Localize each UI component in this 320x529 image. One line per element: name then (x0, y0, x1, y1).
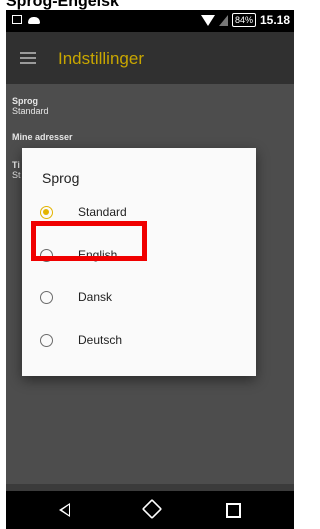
clock: 15.18 (259, 13, 290, 27)
option-label: Dansk (78, 290, 113, 304)
navigation-bar (6, 491, 294, 529)
setting-hidden-label: Ti (12, 160, 20, 170)
signal-icon (218, 14, 228, 26)
home-icon[interactable] (141, 498, 163, 520)
setting-addresses[interactable]: Mine adresser (12, 132, 73, 142)
menu-icon[interactable] (20, 52, 36, 64)
setting-language-value: Standard (12, 106, 49, 116)
status-notification-icons (12, 15, 40, 24)
header-fragment-text: Sprog-Engelsk (6, 0, 119, 10)
radio-unchecked-icon[interactable] (40, 333, 53, 347)
option-dansk[interactable]: Dansk (40, 285, 240, 309)
language-dialog: Sprog Standard English Dansk Deutsch (22, 148, 256, 376)
battery-indicator: 84% (231, 13, 256, 27)
recent-apps-icon[interactable] (226, 503, 241, 518)
setting-hidden-value: St (12, 170, 21, 180)
radio-checked-icon[interactable] (40, 205, 53, 219)
setting-hidden[interactable]: Ti St (12, 160, 21, 180)
header-text-fragment: Sprog-Engelsk (0, 0, 300, 10)
highlight-box (31, 221, 147, 261)
setting-language[interactable]: Sprog Standard (12, 96, 49, 116)
status-bar: 84% 15.18 (6, 10, 294, 32)
setting-language-label: Sprog (12, 96, 38, 106)
option-label: Standard (78, 205, 127, 219)
app-bar: Indstillinger (6, 32, 294, 84)
wifi-icon (200, 14, 215, 26)
screenshot-icon (12, 15, 22, 24)
option-deutsch[interactable]: Deutsch (40, 328, 240, 352)
dialog-title: Sprog (42, 170, 80, 186)
back-icon[interactable] (59, 503, 70, 517)
page-title: Indstillinger (58, 49, 144, 68)
cloud-icon (28, 17, 40, 24)
setting-addresses-label: Mine adresser (12, 132, 73, 142)
option-label: Deutsch (78, 333, 123, 347)
status-right: 84% 15.18 (200, 13, 290, 27)
radio-unchecked-icon[interactable] (40, 290, 53, 304)
